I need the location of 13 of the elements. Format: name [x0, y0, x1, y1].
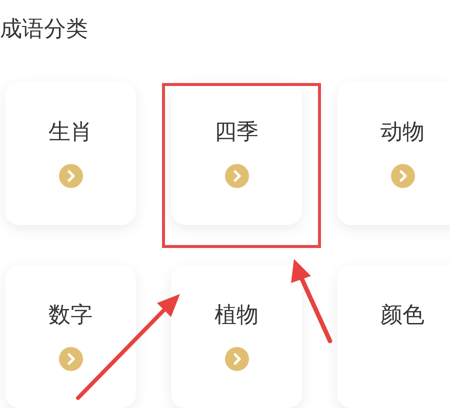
category-label: 数字 — [48, 303, 92, 329]
category-card[interactable]: 植物 — [171, 265, 302, 408]
category-label: 植物 — [214, 303, 258, 329]
category-label: 动物 — [380, 120, 424, 146]
section-title: 成语分类 — [0, 16, 88, 44]
category-card[interactable]: 生肖 — [5, 82, 136, 225]
category-label: 四季 — [214, 120, 258, 146]
category-card[interactable]: 数字 — [5, 265, 136, 408]
category-card[interactable]: 颜色 — [337, 265, 450, 408]
category-card[interactable]: 动物 — [337, 82, 450, 225]
category-label: 颜色 — [380, 303, 424, 329]
category-label: 生肖 — [48, 120, 92, 146]
category-card[interactable]: 四季 — [171, 82, 302, 225]
